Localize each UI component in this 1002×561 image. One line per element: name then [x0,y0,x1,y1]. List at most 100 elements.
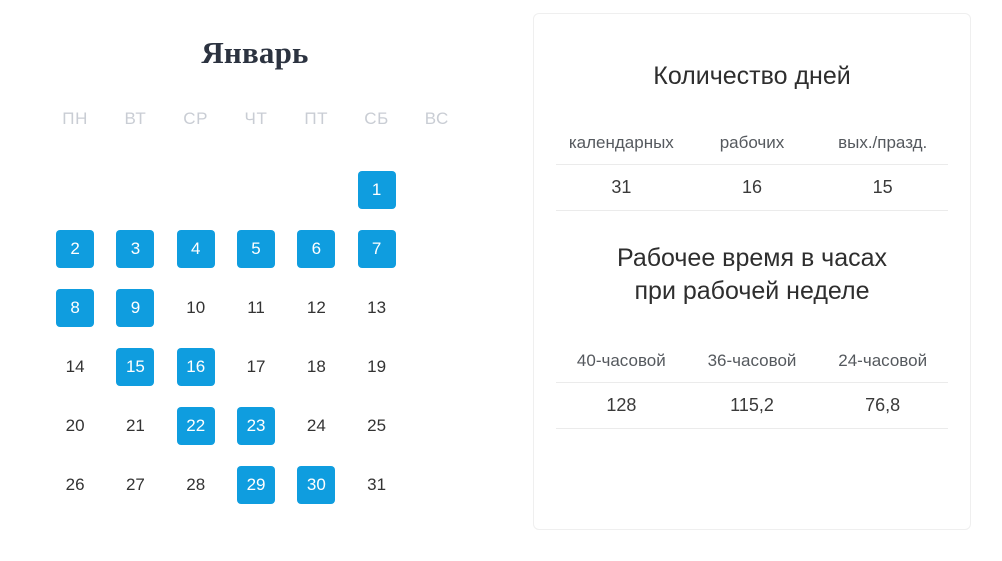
calendar-day-number: 31 [367,475,387,494]
column-header: рабочих [719,133,785,152]
table-cell-value: 31 [611,177,632,197]
hours-heading-line-1: Рабочее время в часах [616,244,888,272]
calendar-day-29[interactable]: 29 [226,455,286,514]
calendar-day-13[interactable]: 13 [346,278,406,337]
calendar-day-number: 23 [237,406,276,445]
column-header: календарных [568,133,674,152]
calendar-day-number: 21 [125,416,145,435]
calendar-day-number: 30 [297,465,336,504]
calendar-day-number: 25 [367,416,387,435]
hours-section-heading: Рабочее время в часах при рабочей неделе [534,242,970,308]
table-header-row: календарных рабочих вых./празд. [556,126,948,164]
calendar-day-25[interactable]: 25 [346,396,406,455]
weekday-label-ср: СР [183,109,209,128]
calendar-day-2[interactable]: 2 [45,219,105,278]
calendar-day-empty [166,160,226,219]
calendar-day-24[interactable]: 24 [286,396,346,455]
column-header: вых./празд. [838,133,928,152]
calendar-day-16[interactable]: 16 [166,337,226,396]
table-cell-value: 128 [606,395,637,415]
weekday-label-пт: ПТ [304,109,329,128]
calendar-day-number: 1 [357,170,396,209]
calendar-day-empty [226,160,286,219]
calendar-day-empty [45,160,105,219]
calendar-day-17[interactable]: 17 [226,337,286,396]
calendar-day-number: 19 [367,357,387,376]
column-header: 36-часовой [707,351,797,370]
calendar-day-number: 28 [186,475,206,494]
table-cell-value: 16 [741,177,763,197]
weekday-label-чт: ЧТ [244,109,268,128]
days-stat-table: календарных рабочих вых./празд. 31 16 15 [556,126,948,211]
column-header: 40-часовой [576,351,666,370]
weekday-label-вс: ВС [424,109,449,128]
calendar-day-27[interactable]: 27 [105,455,165,514]
calendar-day-18[interactable]: 18 [286,337,346,396]
calendar-day-8[interactable]: 8 [45,278,105,337]
calendar-panel: Январь ПН ВТ СР ЧТ ПТ СБ ВС 1 2 3 4 5 6 7 8 9 10 11 12 13 1… [0,0,510,561]
calendar-day-10[interactable]: 10 [166,278,226,337]
table-cell-value: 115,2 [730,395,774,415]
calendar-day-number: 26 [65,475,85,494]
table-row: 31 16 15 [556,164,948,211]
weekday-label-вт: ВТ [124,109,147,128]
calendar-day-number: 22 [176,406,215,445]
calendar-day-number: 8 [56,288,95,327]
calendar-day-number: 9 [116,288,155,327]
calendar-day-6[interactable]: 6 [286,219,346,278]
table-cell-value: 15 [872,177,893,197]
calendar-day-number: 29 [237,465,276,504]
calendar-day-number: 7 [357,229,396,268]
weekday-label-сб: СБ [364,109,389,128]
calendar-day-7[interactable]: 7 [346,219,406,278]
calendar-day-number: 3 [116,229,155,268]
calendar-day-number: 20 [65,416,85,435]
column-header: 24-часовой [838,351,928,370]
calendar-day-26[interactable]: 26 [45,455,105,514]
calendar-day-15[interactable]: 15 [105,337,165,396]
calendar-day-number: 18 [306,357,326,376]
table-header-row: 40-часовой 36-часовой 24-часовой [556,344,948,382]
weekday-header-row: ПН ВТ СР ЧТ ПТ СБ ВС [45,108,467,130]
table-cell-value: 76,8 [865,395,901,415]
calendar-day-21[interactable]: 21 [105,396,165,455]
calendar-day-3[interactable]: 3 [105,219,165,278]
calendar-day-12[interactable]: 12 [286,278,346,337]
calendar-day-number: 17 [246,357,266,376]
calendar-day-number: 15 [116,347,155,386]
info-card: Количество дней календарных рабочих вых.… [533,13,971,530]
calendar-day-number: 2 [56,229,95,268]
calendar-day-number: 27 [125,475,145,494]
calendar-day-number: 4 [176,229,215,268]
calendar-day-22[interactable]: 22 [166,396,226,455]
calendar-day-number: 12 [306,298,326,317]
calendar-day-30[interactable]: 30 [286,455,346,514]
hours-heading-line-2: при рабочей неделе [634,277,870,305]
calendar-day-28[interactable]: 28 [166,455,226,514]
calendar-day-20[interactable]: 20 [45,396,105,455]
calendar-day-number: 11 [247,298,265,317]
calendar-day-number: 10 [186,298,206,317]
calendar-day-number: 6 [297,229,336,268]
calendar-day-4[interactable]: 4 [166,219,226,278]
calendar-day-14[interactable]: 14 [45,337,105,396]
days-section-heading: Количество дней [653,62,851,90]
calendar-day-number: 14 [65,357,85,376]
calendar-day-number: 5 [237,229,276,268]
calendar-day-number: 24 [306,416,326,435]
calendar-day-5[interactable]: 5 [226,219,286,278]
calendar-day-number: 13 [367,298,387,317]
calendar-day-empty [105,160,165,219]
month-title: Январь [201,35,309,70]
weekday-label-пн: ПН [62,109,88,128]
calendar-day-number: 16 [176,347,215,386]
calendar-day-19[interactable]: 19 [346,337,406,396]
calendar-day-9[interactable]: 9 [105,278,165,337]
calendar-day-31[interactable]: 31 [346,455,406,514]
table-row: 128 115,2 76,8 [556,382,948,429]
calendar-day-empty [286,160,346,219]
hours-stat-table: 40-часовой 36-часовой 24-часовой 128 115… [556,344,948,429]
calendar-day-1[interactable]: 1 [346,160,406,219]
calendar-day-11[interactable]: 11 [226,278,286,337]
calendar-day-23[interactable]: 23 [226,396,286,455]
